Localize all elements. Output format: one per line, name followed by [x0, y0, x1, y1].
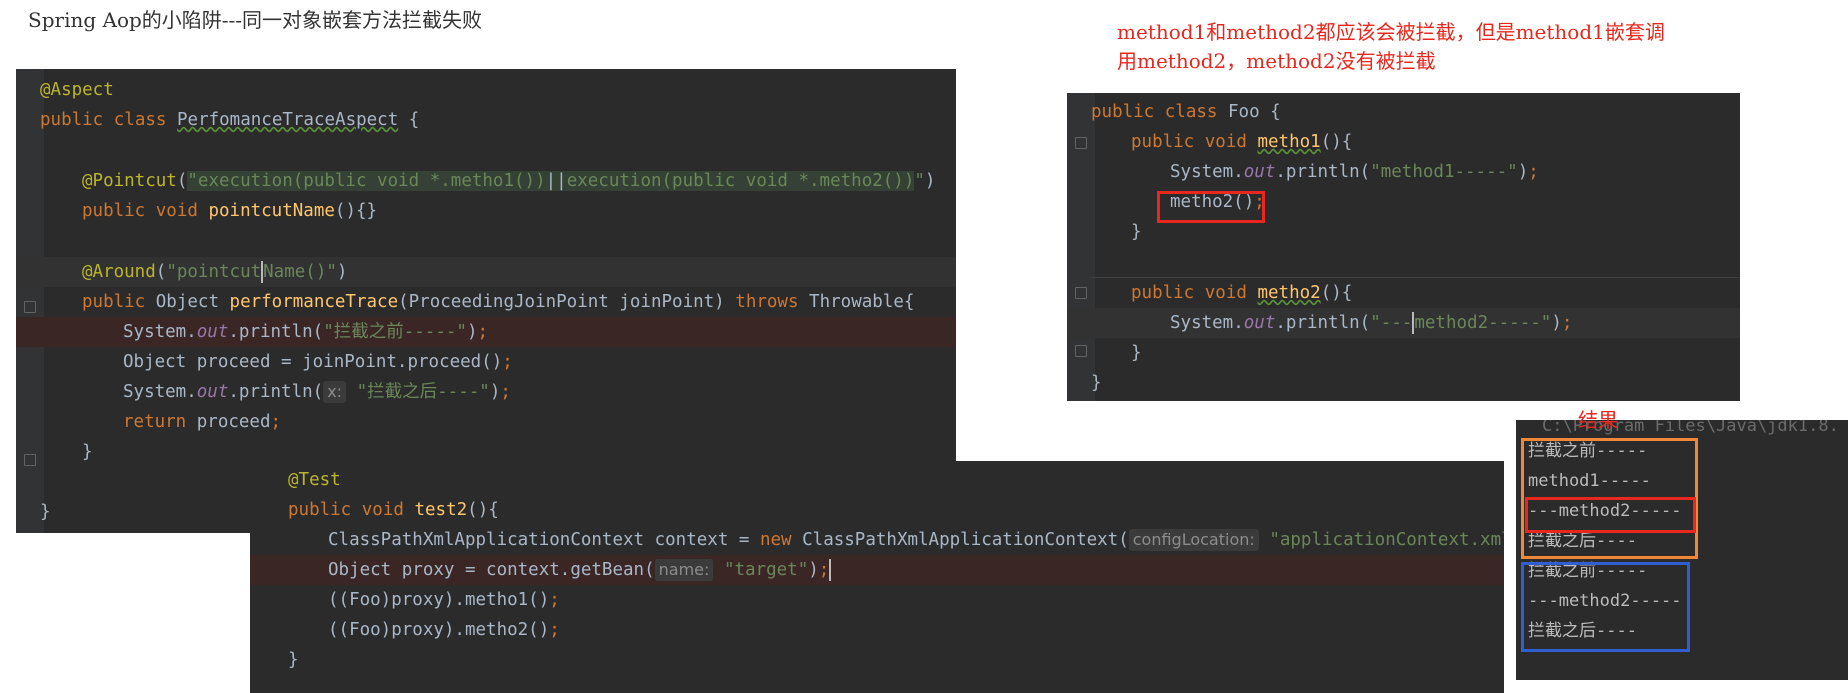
brace: { — [398, 110, 420, 130]
code-line: System.out.println("--- method2-----"); — [1067, 308, 1740, 338]
highlight-box-nested-output — [1525, 497, 1696, 533]
code-line-breakpoint: System.out.println("拦截之前-----"); — [16, 317, 956, 347]
code-line: System.out.println("method1-----"); — [1170, 162, 1539, 182]
test-code-editor[interactable]: @Test public void test2(){ ClassPathXmlA… — [250, 461, 1504, 693]
method-name: pointcutName — [208, 201, 335, 221]
parameter-hint: name: — [654, 559, 714, 581]
code-line: public Object performanceTrace(Proceedin… — [82, 292, 915, 312]
code-line: ((Foo)proxy).metho1(); — [328, 590, 560, 610]
code-line: public class PerfomanceTraceAspect { — [16, 105, 956, 135]
highlight-box-nested-call — [1157, 191, 1265, 223]
code-line: public void test2(){ — [288, 500, 499, 520]
parameter-hint: x: — [323, 381, 347, 403]
method-name: performanceTrace — [229, 292, 399, 312]
code-line: public void pointcutName(){} — [82, 201, 378, 221]
code-line: Object proceed = joinPoint.proceed(); — [123, 352, 513, 372]
foo-code-editor[interactable]: public class Foo { public void metho1(){… — [1067, 93, 1740, 401]
annotation-note-line-1: method1和method2都应该会被拦截，但是method1嵌套调 — [1117, 20, 1665, 44]
code-line: } — [1091, 373, 1102, 393]
page-title: Spring Aop的小陷阱---同一对象嵌套方法拦截失败 — [28, 8, 483, 32]
highlight-box-second-call — [1521, 562, 1690, 652]
code-line: @Around("pointcut Name()") — [16, 257, 956, 287]
code-line: public class Foo { — [1091, 102, 1281, 122]
method-name: metho2 — [1257, 283, 1321, 303]
method-name: metho1 — [1257, 132, 1321, 152]
code-line: @Test — [288, 470, 341, 490]
annotation-note: method1和method2都应该会被拦截，但是method1嵌套调 用met… — [1117, 18, 1737, 76]
annotation: @Pointcut — [82, 171, 177, 191]
code-line: ((Foo)proxy).metho2(); — [328, 620, 560, 640]
code-line: ClassPathXmlApplicationContext context =… — [328, 529, 1504, 551]
code-line: public void metho2(){ — [1131, 283, 1353, 303]
text-caret — [829, 559, 832, 581]
code-line: return proceed; — [123, 412, 282, 432]
class-name: PerfomanceTraceAspect — [177, 110, 399, 130]
code-line-breakpoint: Object proxy = context.getBean(name: "ta… — [250, 555, 1504, 585]
keyword: class — [113, 110, 167, 130]
result-label: 结果 — [1578, 408, 1618, 432]
annotation: @Aspect — [40, 80, 114, 100]
code-line: public void metho1(){ — [1131, 132, 1353, 152]
keyword: public — [40, 110, 104, 130]
method-name: test2 — [414, 500, 468, 520]
code-line: @Aspect — [16, 75, 956, 105]
code-line: } — [1131, 343, 1142, 363]
annotation-note-line-2: 用method2，method2没有被拦截 — [1117, 49, 1436, 73]
pointcut-expression: "execution(public void *.metho1())||exec… — [187, 171, 915, 191]
code-line: System.out.println(x: "拦截之后----"); — [123, 381, 511, 403]
parameter-hint: configLocation: — [1128, 529, 1259, 551]
code-line: @Pointcut("execution(public void *.metho… — [82, 171, 936, 191]
code-line: } — [288, 650, 299, 670]
